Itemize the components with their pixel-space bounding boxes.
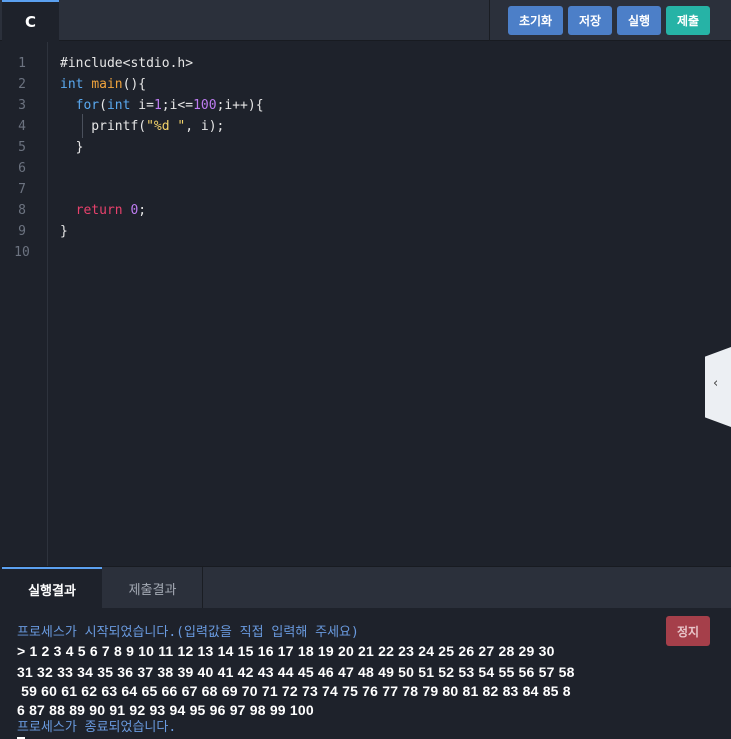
chevron-left-icon: ‹	[713, 376, 719, 391]
code-editor[interactable]: 1 2 3 4 5 6 7 8 9 10 #include<stdio.h> i…	[2, 42, 731, 566]
submit-button[interactable]: 제출	[666, 6, 710, 35]
code-line-2[interactable]: int main(){	[60, 74, 146, 95]
tab-language-c[interactable]: C	[2, 0, 59, 42]
line-number: 7	[18, 182, 26, 197]
side-panel-toggle[interactable]: ‹	[705, 347, 731, 427]
console-output[interactable]: 정지 프로세스가 시작되었습니다.(입력값을 직접 입력해 주세요) > 1 2…	[2, 608, 731, 739]
process-end-message: 프로세스가 종료되었습니다.	[17, 720, 177, 735]
code-line-8[interactable]: return 0;	[60, 200, 146, 221]
editor-toolbar: C 초기화 저장 실행 제출	[0, 0, 731, 42]
save-button[interactable]: 저장	[568, 6, 612, 35]
result-tabs: 실행결과 제출결과	[2, 566, 731, 609]
process-start-message: 프로세스가 시작되었습니다.(입력값을 직접 입력해 주세요)	[17, 625, 359, 640]
code-line-5[interactable]: }	[60, 137, 84, 158]
line-number: 1	[18, 56, 26, 71]
line-number: 9	[18, 224, 26, 239]
line-number: 5	[18, 140, 26, 155]
stop-button[interactable]: 정지	[666, 616, 710, 646]
line-number: 4	[18, 119, 26, 134]
code-line-4[interactable]: printf("%d ", i);	[60, 116, 224, 137]
output-line: 31 32 33 34 35 36 37 38 39 40 41 42 43 4…	[17, 664, 575, 680]
reset-button[interactable]: 초기화	[508, 6, 563, 35]
line-number: 2	[18, 77, 26, 92]
line-number: 10	[14, 245, 30, 260]
tab-submit-result[interactable]: 제출결과	[103, 567, 203, 609]
toolbar-divider	[489, 0, 490, 41]
code-line-3[interactable]: for(int i=1;i<=100;i++){	[60, 95, 264, 116]
tab-run-result[interactable]: 실행결과	[2, 567, 102, 609]
run-button[interactable]: 실행	[617, 6, 661, 35]
code-line-9[interactable]: }	[60, 221, 68, 242]
output-line: 6 87 88 89 90 91 92 93 94 95 96 97 98 99…	[17, 702, 314, 718]
line-number: 6	[18, 161, 26, 176]
line-number: 3	[18, 98, 26, 113]
code-line-1[interactable]: #include<stdio.h>	[60, 53, 193, 74]
output-line: > 1 2 3 4 5 6 7 8 9 10 11 12 13 14 15 16…	[17, 643, 555, 659]
output-line: 59 60 61 62 63 64 65 66 67 68 69 70 71 7…	[17, 683, 571, 699]
line-number: 8	[18, 203, 26, 218]
line-number-gutter: 1 2 3 4 5 6 7 8 9 10	[2, 42, 48, 566]
